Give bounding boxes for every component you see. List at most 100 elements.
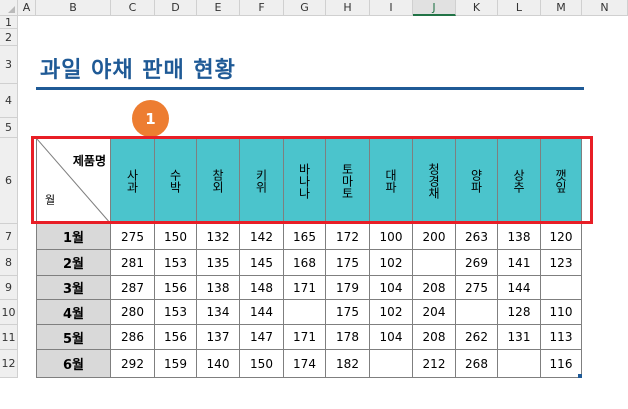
value-cell[interactable]: 120 <box>541 224 582 250</box>
value-cell[interactable]: 280 <box>111 300 155 325</box>
month-cell[interactable]: 4월 <box>36 300 111 325</box>
value-cell[interactable]: 137 <box>197 325 240 350</box>
row-header-6[interactable]: 6 <box>0 138 18 224</box>
value-cell[interactable]: 165 <box>284 224 326 250</box>
row-header-2[interactable]: 2 <box>0 29 18 46</box>
value-cell[interactable]: 182 <box>326 350 370 378</box>
row-header-7[interactable]: 7 <box>0 224 18 250</box>
row-header-11[interactable]: 11 <box>0 325 18 350</box>
value-cell[interactable]: 123 <box>541 250 582 276</box>
column-header-G[interactable]: G <box>284 0 326 16</box>
value-cell[interactable]: 150 <box>155 224 197 250</box>
column-header-A[interactable]: A <box>18 0 36 16</box>
value-cell[interactable]: 104 <box>370 325 413 350</box>
value-cell[interactable]: 175 <box>326 250 370 276</box>
month-cell[interactable]: 6월 <box>36 350 111 378</box>
row-header-10[interactable]: 10 <box>0 300 18 325</box>
value-cell[interactable]: 153 <box>155 250 197 276</box>
value-cell[interactable]: 116 <box>541 350 582 378</box>
row-header-9[interactable]: 9 <box>0 276 18 300</box>
value-cell[interactable] <box>541 276 582 300</box>
value-cell[interactable]: 168 <box>284 250 326 276</box>
column-header-M[interactable]: M <box>541 0 582 16</box>
value-cell[interactable]: 159 <box>155 350 197 378</box>
value-cell[interactable]: 148 <box>240 276 284 300</box>
value-cell[interactable]: 134 <box>197 300 240 325</box>
row-header-1[interactable]: 1 <box>0 16 18 29</box>
value-cell[interactable]: 138 <box>498 224 541 250</box>
value-cell[interactable]: 208 <box>413 325 456 350</box>
value-cell[interactable]: 286 <box>111 325 155 350</box>
value-cell[interactable]: 281 <box>111 250 155 276</box>
value-cell[interactable]: 268 <box>456 350 498 378</box>
value-cell[interactable]: 147 <box>240 325 284 350</box>
value-cell[interactable]: 172 <box>326 224 370 250</box>
value-cell[interactable]: 135 <box>197 250 240 276</box>
value-cell[interactable]: 178 <box>326 325 370 350</box>
value-cell[interactable]: 113 <box>541 325 582 350</box>
column-header-J[interactable]: J <box>413 0 456 16</box>
value-cell[interactable]: 150 <box>240 350 284 378</box>
column-header-C[interactable]: C <box>111 0 155 16</box>
column-header-I[interactable]: I <box>370 0 413 16</box>
month-cell[interactable]: 3월 <box>36 276 111 300</box>
value-cell[interactable]: 269 <box>456 250 498 276</box>
value-cell[interactable]: 144 <box>240 300 284 325</box>
row-header-5[interactable]: 5 <box>0 118 18 138</box>
value-cell[interactable] <box>456 300 498 325</box>
fill-handle[interactable] <box>578 374 582 378</box>
value-cell[interactable]: 140 <box>197 350 240 378</box>
column-header-D[interactable]: D <box>155 0 197 16</box>
column-header-F[interactable]: F <box>240 0 284 16</box>
value-cell[interactable]: 212 <box>413 350 456 378</box>
value-cell[interactable]: 275 <box>456 276 498 300</box>
row-header-12[interactable]: 12 <box>0 350 18 378</box>
month-cell[interactable]: 1월 <box>36 224 111 250</box>
value-cell[interactable]: 156 <box>155 325 197 350</box>
value-cell[interactable]: 175 <box>326 300 370 325</box>
value-cell[interactable]: 204 <box>413 300 456 325</box>
value-cell[interactable]: 100 <box>370 224 413 250</box>
value-cell[interactable]: 156 <box>155 276 197 300</box>
month-cell[interactable]: 2월 <box>36 250 111 276</box>
column-header-K[interactable]: K <box>456 0 498 16</box>
month-cell[interactable]: 5월 <box>36 325 111 350</box>
value-cell[interactable]: 275 <box>111 224 155 250</box>
select-all-corner[interactable] <box>0 0 18 16</box>
value-cell[interactable]: 292 <box>111 350 155 378</box>
sheet-title[interactable]: 과일 야채 판매 현황 <box>40 52 236 84</box>
value-cell[interactable]: 208 <box>413 276 456 300</box>
value-cell[interactable]: 171 <box>284 276 326 300</box>
value-cell[interactable] <box>413 250 456 276</box>
value-cell[interactable]: 128 <box>498 300 541 325</box>
value-cell[interactable]: 104 <box>370 276 413 300</box>
value-cell[interactable] <box>498 350 541 378</box>
value-cell[interactable]: 174 <box>284 350 326 378</box>
value-cell[interactable]: 179 <box>326 276 370 300</box>
column-header-E[interactable]: E <box>197 0 240 16</box>
column-header-N[interactable]: N <box>582 0 628 16</box>
row-header-4[interactable]: 4 <box>0 84 18 118</box>
row-header-3[interactable]: 3 <box>0 46 18 84</box>
value-cell[interactable]: 200 <box>413 224 456 250</box>
value-cell[interactable]: 142 <box>240 224 284 250</box>
value-cell[interactable]: 138 <box>197 276 240 300</box>
value-cell[interactable]: 132 <box>197 224 240 250</box>
column-header-L[interactable]: L <box>498 0 541 16</box>
value-cell[interactable]: 102 <box>370 250 413 276</box>
value-cell[interactable]: 110 <box>541 300 582 325</box>
value-cell[interactable]: 262 <box>456 325 498 350</box>
value-cell[interactable] <box>284 300 326 325</box>
value-cell[interactable]: 263 <box>456 224 498 250</box>
value-cell[interactable]: 287 <box>111 276 155 300</box>
value-cell[interactable]: 145 <box>240 250 284 276</box>
value-cell[interactable]: 153 <box>155 300 197 325</box>
value-cell[interactable]: 131 <box>498 325 541 350</box>
value-cell[interactable]: 144 <box>498 276 541 300</box>
row-header-8[interactable]: 8 <box>0 250 18 276</box>
value-cell[interactable]: 141 <box>498 250 541 276</box>
value-cell[interactable] <box>370 350 413 378</box>
value-cell[interactable]: 102 <box>370 300 413 325</box>
value-cell[interactable]: 171 <box>284 325 326 350</box>
column-header-H[interactable]: H <box>326 0 370 16</box>
